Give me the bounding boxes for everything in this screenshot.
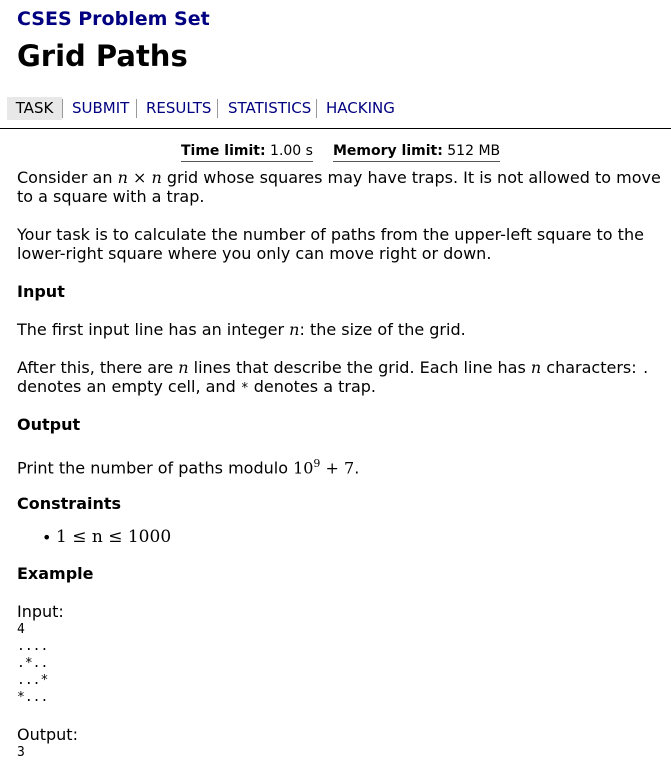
statement-p2-line2: lower-right square where you only can mo…: [17, 244, 492, 263]
example-input-line: *...: [17, 690, 49, 705]
tab-results[interactable]: RESULTS: [146, 97, 211, 120]
time-limit-label: Time limit:: [181, 143, 266, 159]
example-input-line: 4: [17, 622, 25, 637]
nav-separator: [62, 99, 63, 118]
time-limit-value: 1.00 s: [270, 143, 313, 159]
constraint-item: 1 ≤ n ≤ 1000: [56, 527, 172, 547]
example-heading: Example: [17, 564, 94, 583]
site-title-link[interactable]: CSES Problem Set: [17, 7, 210, 31]
example-input-line: .*..: [17, 656, 49, 671]
output-heading: Output: [17, 415, 81, 434]
problem-title: Grid Paths: [17, 39, 188, 73]
input-line2: After this, there are n lines that descr…: [17, 358, 650, 377]
input-heading: Input: [17, 282, 65, 301]
example-output-value: 3: [17, 745, 25, 760]
task-nav: TASK SUBMIT RESULTS STATISTICS HACKING: [0, 97, 671, 129]
example-input-line: ...*: [17, 673, 49, 688]
tab-statistics[interactable]: STATISTICS: [228, 97, 311, 120]
memory-limit-value: 512 MB: [447, 143, 501, 159]
limits-bar: Time limit: 1.00 s Memory limit: 512 MB: [0, 142, 671, 162]
statement-p1-line2: to a square with a trap.: [17, 187, 205, 206]
example-input-line: ....: [17, 639, 49, 654]
tab-task[interactable]: TASK: [7, 97, 62, 120]
nav-separator: [217, 99, 218, 118]
memory-limit: Memory limit: 512 MB: [333, 142, 501, 162]
bullet-icon: •: [42, 528, 52, 547]
input-line1: The first input line has an integer n: t…: [17, 320, 466, 339]
time-limit: Time limit: 1.00 s: [181, 142, 313, 162]
nav-separator: [136, 99, 137, 118]
example-output-label: Output:: [17, 725, 78, 744]
constraints-heading: Constraints: [17, 494, 122, 513]
example-input-label: Input:: [17, 602, 64, 621]
memory-limit-label: Memory limit:: [333, 143, 443, 159]
tab-submit[interactable]: SUBMIT: [72, 97, 129, 120]
page: CSES Problem Set Grid Paths TASK SUBMIT …: [0, 0, 671, 769]
input-line3: denotes an empty cell, and * denotes a t…: [17, 377, 376, 396]
nav-separator: [316, 99, 317, 118]
statement-p1-line1: Consider an n × n grid whose squares may…: [17, 168, 661, 187]
statement-p2-line1: Your task is to calculate the number of …: [17, 225, 644, 244]
output-text: Print the number of paths modulo 109 + 7…: [17, 457, 360, 478]
tab-hacking[interactable]: HACKING: [326, 97, 395, 120]
